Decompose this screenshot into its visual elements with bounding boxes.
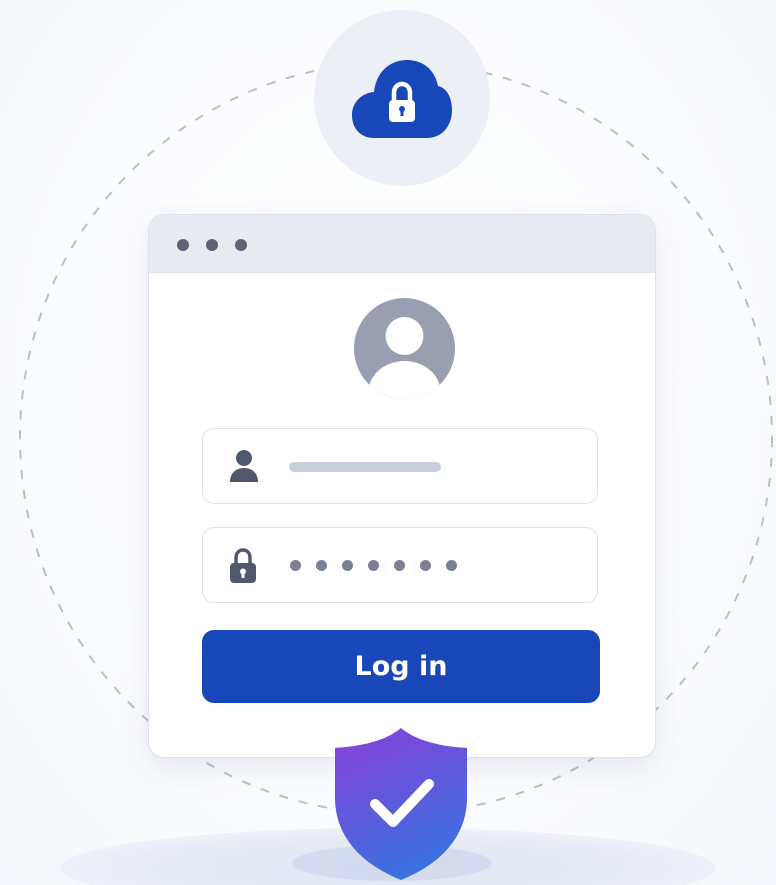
window-control-dot[interactable] bbox=[177, 239, 189, 251]
cloud-badge bbox=[314, 10, 490, 186]
lock-icon bbox=[230, 548, 256, 583]
shield-check-icon bbox=[335, 728, 467, 880]
window-titlebar bbox=[149, 215, 655, 273]
password-mask bbox=[290, 560, 472, 571]
login-security-scene: Log in bbox=[0, 0, 776, 885]
window-control-dot[interactable] bbox=[235, 239, 247, 251]
password-mask-dot bbox=[394, 560, 405, 571]
login-window: Log in bbox=[148, 214, 656, 758]
username-field[interactable] bbox=[202, 428, 598, 504]
password-mask-dot bbox=[420, 560, 431, 571]
username-placeholder bbox=[289, 462, 441, 472]
user-icon bbox=[230, 450, 258, 482]
window-control-dot[interactable] bbox=[206, 239, 218, 251]
user-avatar-icon bbox=[354, 298, 455, 399]
cloud-lock-icon bbox=[352, 60, 452, 138]
password-mask-dot bbox=[316, 560, 327, 571]
password-mask-dot bbox=[342, 560, 353, 571]
password-mask-dot bbox=[446, 560, 457, 571]
login-button[interactable]: Log in bbox=[202, 630, 600, 703]
password-mask-dot bbox=[368, 560, 379, 571]
password-mask-dot bbox=[290, 560, 301, 571]
password-field[interactable] bbox=[202, 527, 598, 603]
